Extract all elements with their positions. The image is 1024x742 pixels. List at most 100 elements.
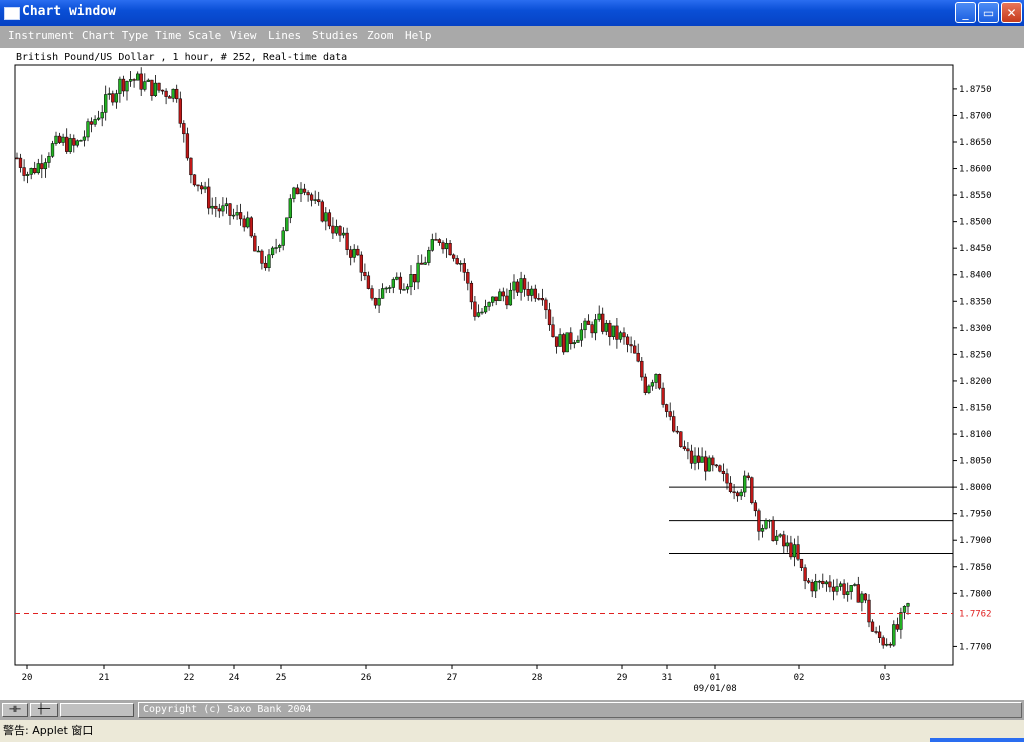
candle-body — [785, 542, 789, 547]
candle-body — [728, 482, 733, 492]
menu-studies[interactable]: Studies — [312, 29, 358, 42]
candle-body — [33, 168, 37, 174]
candle-body — [160, 89, 165, 92]
candle-body — [65, 136, 69, 152]
candle-body — [856, 584, 860, 603]
x-tick-label: 24 — [229, 673, 240, 683]
candle-body — [281, 230, 285, 246]
y-tick-label: 1.8150 — [959, 403, 992, 413]
candle-body — [885, 643, 889, 646]
candle-body — [469, 282, 474, 303]
menu-help[interactable]: Help — [405, 29, 432, 42]
candle-body — [167, 96, 172, 99]
candle-body — [831, 586, 836, 592]
menu-lines[interactable]: Lines — [268, 29, 301, 42]
candle-body — [668, 411, 672, 417]
candle-body — [270, 247, 275, 256]
candle-body — [775, 535, 779, 541]
candle-body — [40, 163, 44, 170]
candle-body — [324, 212, 328, 222]
candle-body — [146, 79, 150, 82]
candle-body — [743, 475, 747, 493]
candle-body — [86, 121, 90, 138]
x-tick-label: 01 — [710, 673, 721, 683]
menu-bar: Instrument Chart Type Time Scale View Li… — [0, 26, 1024, 48]
candle-body — [657, 374, 662, 389]
candle-body — [618, 332, 623, 340]
candle-body — [558, 334, 562, 347]
candle-body — [260, 250, 264, 264]
candle-body — [100, 112, 104, 119]
title-bar[interactable]: Chart window _ ▭ ✕ — [0, 0, 1024, 26]
candle-body — [615, 325, 619, 340]
minimize-button[interactable]: _ — [955, 2, 976, 23]
candle-body — [437, 239, 442, 243]
y-tick-label: 1.8550 — [959, 191, 992, 201]
candle-body — [554, 336, 559, 347]
menu-chart-type[interactable]: Chart Type — [82, 29, 148, 42]
candle-body — [157, 82, 161, 91]
price-chart[interactable]: 1.8750 1.8700 1.8650 1.8600 1.8550 1.8500 1.84… — [0, 48, 1024, 700]
candle-body — [313, 199, 317, 201]
candle-body — [551, 324, 555, 337]
candle-body — [725, 473, 729, 484]
candle-body — [707, 457, 711, 472]
candle-body — [526, 289, 530, 296]
candle-body — [480, 311, 484, 314]
candle-body — [331, 225, 335, 234]
candle-body — [164, 90, 168, 97]
y-tick-label: 1.8750 — [959, 85, 992, 95]
candle-body — [82, 136, 87, 141]
candle-body — [114, 93, 119, 103]
crosshair-button[interactable]: ┼─ — [30, 703, 58, 717]
candle-body — [306, 192, 310, 196]
candle-body — [796, 544, 800, 560]
candle-body — [576, 339, 580, 343]
candle-body — [249, 217, 253, 237]
copyright-text: Copyright (c) Saxo Bank 2004 — [138, 702, 1022, 718]
candle-body — [842, 583, 846, 595]
candle-body — [735, 492, 740, 497]
y-tick-label: 1.8050 — [959, 457, 992, 467]
candle-body — [494, 296, 498, 301]
candle-body — [586, 320, 591, 325]
y-tick-label: 1.8650 — [959, 138, 992, 148]
candle-body — [444, 243, 449, 250]
candle-body — [203, 186, 207, 190]
menu-time-scale[interactable]: Time Scale — [155, 29, 221, 42]
candle-body — [338, 226, 342, 236]
close-button[interactable]: ✕ — [1001, 2, 1022, 23]
candle-body — [455, 258, 459, 265]
candle-body — [675, 430, 679, 433]
menu-zoom[interactable]: Zoom — [367, 29, 394, 42]
candle-body — [278, 245, 282, 248]
candle-body — [814, 581, 818, 592]
candle-body — [192, 174, 197, 186]
candle-body — [420, 262, 424, 265]
candle-body — [789, 542, 793, 558]
candle-body — [150, 79, 154, 96]
menu-instrument[interactable]: Instrument — [8, 29, 74, 42]
candle-body — [689, 450, 694, 464]
candle-body — [363, 272, 367, 277]
candle-body — [828, 581, 832, 588]
candle-body — [398, 276, 403, 290]
menu-view[interactable]: View — [230, 29, 257, 42]
window-icon — [4, 7, 20, 20]
maximize-button[interactable]: ▭ — [978, 2, 999, 23]
candle-body — [821, 580, 825, 585]
candle-body — [537, 298, 541, 300]
candle-body — [590, 324, 594, 334]
candle-body — [501, 291, 505, 297]
candle-body — [459, 263, 463, 265]
candle-body — [473, 301, 477, 317]
candle-body — [867, 599, 871, 623]
candle-body — [863, 593, 868, 601]
candle-body — [320, 201, 324, 222]
scroll-left-button[interactable]: ⊣⊢ — [2, 703, 28, 717]
candle-body — [79, 140, 83, 142]
candle-body — [530, 288, 534, 296]
candle-body — [597, 313, 601, 320]
candle-body — [246, 217, 250, 228]
candle-body — [569, 332, 573, 344]
